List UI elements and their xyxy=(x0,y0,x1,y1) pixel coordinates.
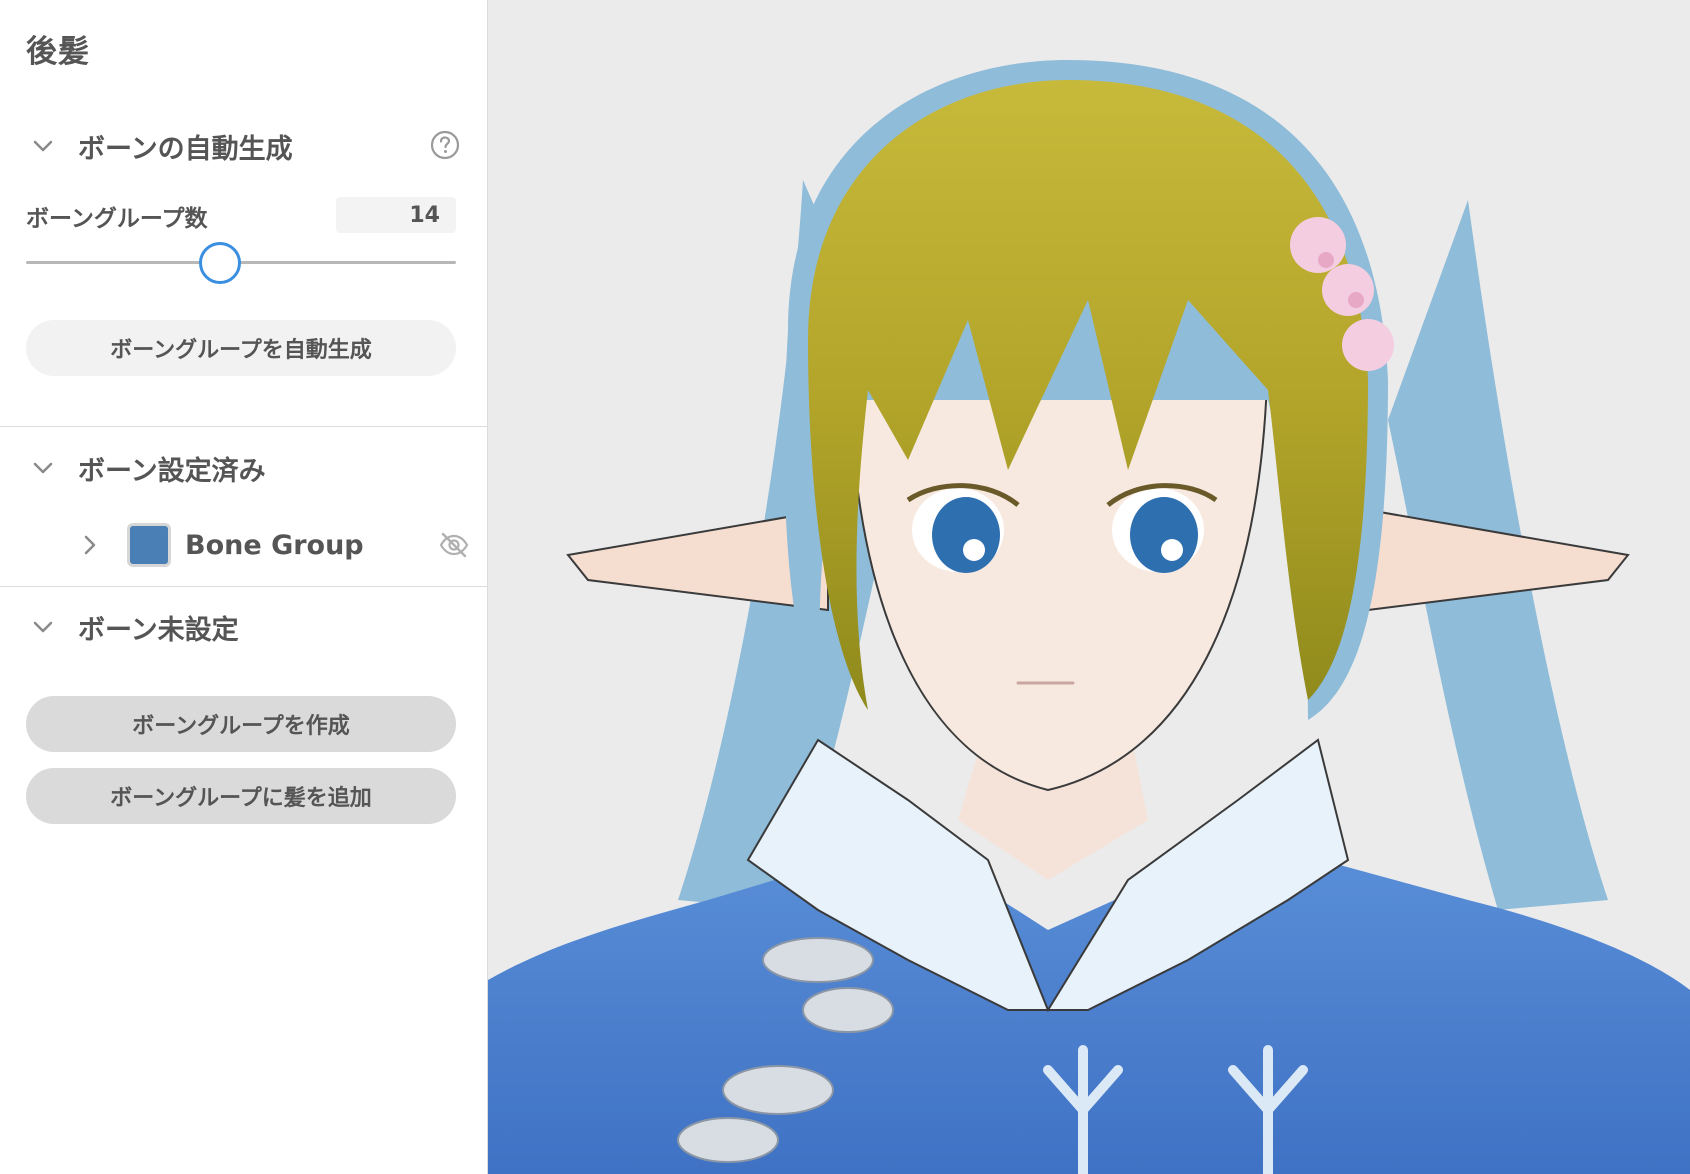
section-divider xyxy=(0,426,488,427)
section-title-auto-generate: ボーンの自動生成 xyxy=(78,133,293,165)
section-title-configured: ボーン設定済み xyxy=(78,455,266,487)
3d-viewport[interactable] xyxy=(488,0,1690,1174)
chevron-down-icon xyxy=(30,455,56,481)
panel-title: 後髪 xyxy=(26,34,90,70)
auto-generate-bone-groups-button[interactable]: ボーングループを自動生成 xyxy=(26,320,456,376)
bone-group-count-slider[interactable] xyxy=(26,242,456,284)
bone-group-color-swatch[interactable] xyxy=(127,523,171,567)
hair-settings-sidebar: 後髪 ボーンの自動生成 ボーングループ数 ボーングループを自動生成 xyxy=(0,0,488,1174)
chevron-down-icon xyxy=(30,133,56,159)
bone-group-count-input[interactable] xyxy=(336,197,456,233)
bone-group-count-label: ボーングループ数 xyxy=(26,206,208,232)
section-header-unconfigured[interactable]: ボーン未設定 xyxy=(30,605,460,649)
bone-group-name: Bone Group xyxy=(185,529,364,561)
add-hair-to-bone-group-button[interactable]: ボーングループに髪を追加 xyxy=(26,768,456,824)
section-divider xyxy=(0,586,488,587)
bone-group-row[interactable]: Bone Group xyxy=(30,518,470,572)
avatar-model-render[interactable] xyxy=(488,0,1690,1174)
chevron-down-icon xyxy=(30,614,56,640)
slider-thumb[interactable] xyxy=(198,242,241,284)
chevron-right-icon[interactable] xyxy=(77,532,103,558)
section-header-auto-generate[interactable]: ボーンの自動生成 xyxy=(30,124,460,168)
eye-off-icon[interactable] xyxy=(438,529,470,561)
app: 後髪 ボーンの自動生成 ボーングループ数 ボーングループを自動生成 xyxy=(0,0,1690,1174)
create-bone-group-button[interactable]: ボーングループを作成 xyxy=(26,696,456,752)
section-title-unconfigured: ボーン未設定 xyxy=(78,614,239,646)
slider-track xyxy=(26,261,456,264)
help-circle-icon[interactable] xyxy=(430,130,460,160)
section-header-configured[interactable]: ボーン設定済み xyxy=(30,446,460,490)
